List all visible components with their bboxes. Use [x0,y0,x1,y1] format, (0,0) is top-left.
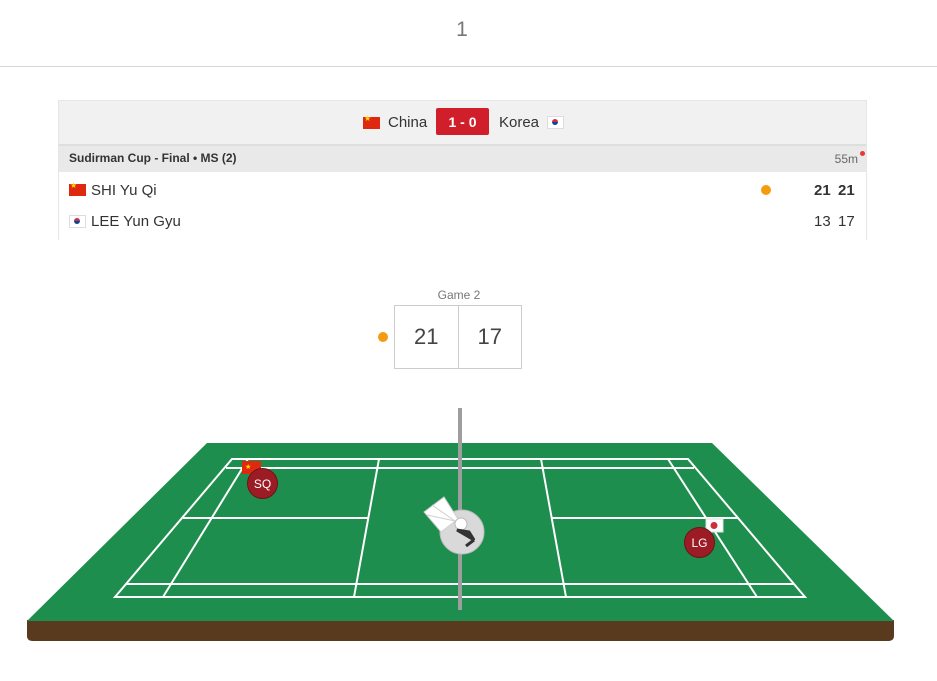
player-row: SHI Yu Qi 21 21 [69,176,859,204]
serve-indicator-icon [378,332,388,342]
match-header: China 1 - 0 Korea [59,101,866,144]
game2-score: 17 [838,212,855,230]
player-name: LEE Yun Gyu [91,212,181,230]
page-number: 1 [456,18,468,41]
player-rows: SHI Yu Qi 21 21 LEE Yun Gyu 13 17 [59,172,866,240]
team-right-name: Korea [499,114,540,131]
game2-score: 21 [838,181,855,199]
korea-flag-icon [547,116,565,129]
badminton-court: ★ [27,408,894,641]
game1-score: 21 [814,181,831,199]
team-score: 1 - 0 [436,108,489,135]
team-right: Korea [499,114,565,131]
match-duration: 55m [834,152,858,166]
current-score-right: 17 [477,324,502,349]
divider [0,66,937,67]
china-flag-icon [69,181,86,196]
event-title: Sudirman Cup - Final • MS (2) [69,151,237,165]
team-left-name: China [388,114,428,131]
match-panel[interactable]: China 1 - 0 Korea Sudirman Cup - Final •… [58,100,867,240]
korea-flag-icon [69,214,86,228]
game1-score: 13 [814,212,831,230]
svg-text:★: ★ [245,463,251,471]
china-flag-icon [363,114,380,129]
current-game-score: 21 17 [394,305,522,369]
team-left: China [363,114,427,131]
player-name: SHI Yu Qi [91,181,157,199]
current-score-left: 21 [395,306,459,368]
player-badge-left: SQ [247,468,278,499]
court-base [27,620,894,641]
event-row: Sudirman Cup - Final • MS (2) 55m [59,144,866,172]
live-indicator-icon [860,151,865,156]
serve-indicator-icon [761,185,771,195]
player-badge-right: LG [684,527,715,558]
player-row: LEE Yun Gyu 13 17 [69,207,859,235]
current-game-label: Game 2 [437,288,481,302]
